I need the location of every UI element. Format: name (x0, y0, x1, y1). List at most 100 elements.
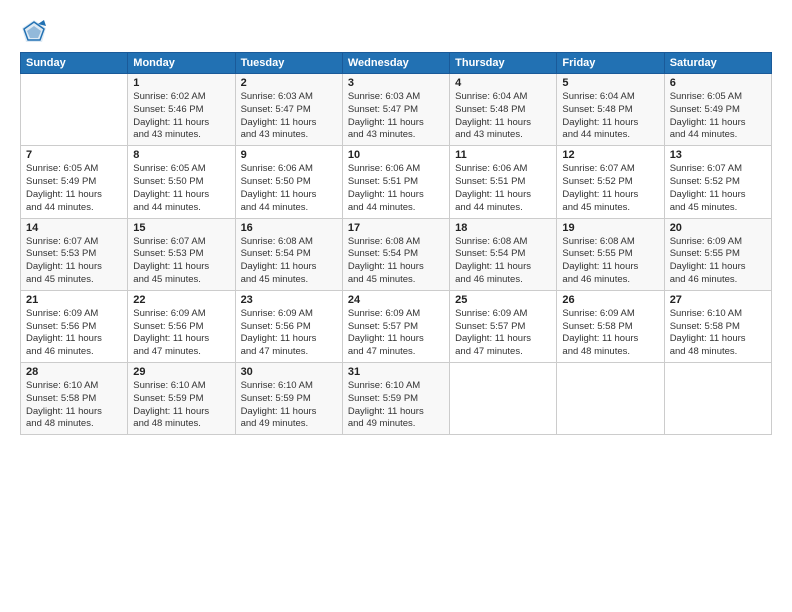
day-number: 2 (241, 77, 337, 89)
logo (20, 18, 52, 46)
day-info: Sunrise: 6:07 AM Sunset: 5:53 PM Dayligh… (133, 236, 229, 287)
day-info: Sunrise: 6:06 AM Sunset: 5:51 PM Dayligh… (455, 163, 551, 214)
day-cell: 25 Sunrise: 6:09 AM Sunset: 5:57 PM Dayli… (450, 290, 557, 362)
day-number: 9 (241, 149, 337, 161)
week-row-2: 7Sunrise: 6:05 AM Sunset: 5:49 PM Daylig… (21, 146, 772, 218)
day-info: Sunrise: 6:04 AM Sunset: 5:48 PM Dayligh… (562, 91, 658, 142)
day-number: 8 (133, 149, 229, 161)
day-number: 25 (455, 294, 551, 306)
day-info: Sunrise: 6:04 AM Sunset: 5:48 PM Dayligh… (455, 91, 551, 142)
day-number: 20 (670, 222, 766, 234)
day-number: 23 (241, 294, 337, 306)
day-number: 10 (348, 149, 444, 161)
day-cell: 11Sunrise: 6:06 AM Sunset: 5:51 PM Dayli… (450, 146, 557, 218)
day-info: Sunrise: 6:05 AM Sunset: 5:50 PM Dayligh… (133, 163, 229, 214)
day-cell: 6Sunrise: 6:05 AM Sunset: 5:49 PM Daylig… (664, 74, 771, 146)
day-info: Sunrise: 6:03 AM Sunset: 5:47 PM Dayligh… (241, 91, 337, 142)
day-info: Sunrise: 6:09 AM Sunset: 5:56 PM Dayligh… (133, 308, 229, 359)
day-cell: 15 Sunrise: 6:07 AM Sunset: 5:53 PM Dayli… (128, 218, 235, 290)
week-row-4: 21 Sunrise: 6:09 AM Sunset: 5:56 PM Dayli… (21, 290, 772, 362)
day-cell: 7Sunrise: 6:05 AM Sunset: 5:49 PM Daylig… (21, 146, 128, 218)
day-cell: 10 Sunrise: 6:06 AM Sunset: 5:51 PM Dayli… (342, 146, 449, 218)
day-cell (557, 363, 664, 435)
day-info: Sunrise: 6:10 AM Sunset: 5:59 PM Dayligh… (348, 380, 444, 431)
day-cell: 21 Sunrise: 6:09 AM Sunset: 5:56 PM Dayli… (21, 290, 128, 362)
day-info: Sunrise: 6:10 AM Sunset: 5:59 PM Dayligh… (133, 380, 229, 431)
calendar-table: SundayMondayTuesdayWednesdayThursdayFrid… (20, 52, 772, 435)
page: SundayMondayTuesdayWednesdayThursdayFrid… (0, 0, 792, 612)
day-cell: 28Sunrise: 6:10 AM Sunset: 5:58 PM Dayli… (21, 363, 128, 435)
header-row: SundayMondayTuesdayWednesdayThursdayFrid… (21, 53, 772, 74)
day-number: 31 (348, 366, 444, 378)
day-number: 17 (348, 222, 444, 234)
day-number: 22 (133, 294, 229, 306)
header (20, 18, 772, 46)
day-cell: 4 Sunrise: 6:04 AM Sunset: 5:48 PM Daylig… (450, 74, 557, 146)
day-cell: 31 Sunrise: 6:10 AM Sunset: 5:59 PM Dayli… (342, 363, 449, 435)
day-info: Sunrise: 6:06 AM Sunset: 5:50 PM Dayligh… (241, 163, 337, 214)
day-number: 6 (670, 77, 766, 89)
day-info: Sunrise: 6:08 AM Sunset: 5:54 PM Dayligh… (455, 236, 551, 287)
day-number: 15 (133, 222, 229, 234)
day-number: 16 (241, 222, 337, 234)
day-number: 21 (26, 294, 122, 306)
day-cell: 5 Sunrise: 6:04 AM Sunset: 5:48 PM Daylig… (557, 74, 664, 146)
day-cell: 2 Sunrise: 6:03 AM Sunset: 5:47 PM Daylig… (235, 74, 342, 146)
day-info: Sunrise: 6:10 AM Sunset: 5:59 PM Dayligh… (241, 380, 337, 431)
day-info: Sunrise: 6:08 AM Sunset: 5:54 PM Dayligh… (241, 236, 337, 287)
day-cell: 24 Sunrise: 6:09 AM Sunset: 5:57 PM Dayli… (342, 290, 449, 362)
col-header-monday: Monday (128, 53, 235, 74)
col-header-wednesday: Wednesday (342, 53, 449, 74)
day-info: Sunrise: 6:07 AM Sunset: 5:52 PM Dayligh… (562, 163, 658, 214)
day-number: 5 (562, 77, 658, 89)
day-cell: 12 Sunrise: 6:07 AM Sunset: 5:52 PM Dayli… (557, 146, 664, 218)
day-cell: 16 Sunrise: 6:08 AM Sunset: 5:54 PM Dayli… (235, 218, 342, 290)
day-info: Sunrise: 6:06 AM Sunset: 5:51 PM Dayligh… (348, 163, 444, 214)
day-number: 26 (562, 294, 658, 306)
day-info: Sunrise: 6:08 AM Sunset: 5:54 PM Dayligh… (348, 236, 444, 287)
day-info: Sunrise: 6:09 AM Sunset: 5:57 PM Dayligh… (455, 308, 551, 359)
day-info: Sunrise: 6:03 AM Sunset: 5:47 PM Dayligh… (348, 91, 444, 142)
week-row-1: 1Sunrise: 6:02 AM Sunset: 5:46 PM Daylig… (21, 74, 772, 146)
day-info: Sunrise: 6:02 AM Sunset: 5:46 PM Dayligh… (133, 91, 229, 142)
day-cell (450, 363, 557, 435)
day-number: 12 (562, 149, 658, 161)
day-cell: 23Sunrise: 6:09 AM Sunset: 5:56 PM Dayli… (235, 290, 342, 362)
day-number: 28 (26, 366, 122, 378)
day-number: 29 (133, 366, 229, 378)
day-cell: 20Sunrise: 6:09 AM Sunset: 5:55 PM Dayli… (664, 218, 771, 290)
week-row-5: 28Sunrise: 6:10 AM Sunset: 5:58 PM Dayli… (21, 363, 772, 435)
day-cell: 8 Sunrise: 6:05 AM Sunset: 5:50 PM Daylig… (128, 146, 235, 218)
day-cell (21, 74, 128, 146)
col-header-saturday: Saturday (664, 53, 771, 74)
day-number: 13 (670, 149, 766, 161)
day-cell: 27 Sunrise: 6:10 AM Sunset: 5:58 PM Dayli… (664, 290, 771, 362)
day-cell: 26 Sunrise: 6:09 AM Sunset: 5:58 PM Dayli… (557, 290, 664, 362)
day-cell: 1Sunrise: 6:02 AM Sunset: 5:46 PM Daylig… (128, 74, 235, 146)
day-info: Sunrise: 6:07 AM Sunset: 5:52 PM Dayligh… (670, 163, 766, 214)
day-number: 18 (455, 222, 551, 234)
day-number: 3 (348, 77, 444, 89)
day-cell: 19Sunrise: 6:08 AM Sunset: 5:55 PM Dayli… (557, 218, 664, 290)
day-number: 24 (348, 294, 444, 306)
day-info: Sunrise: 6:08 AM Sunset: 5:55 PM Dayligh… (562, 236, 658, 287)
day-cell: 18 Sunrise: 6:08 AM Sunset: 5:54 PM Dayli… (450, 218, 557, 290)
day-cell: 17 Sunrise: 6:08 AM Sunset: 5:54 PM Dayli… (342, 218, 449, 290)
day-cell: 29 Sunrise: 6:10 AM Sunset: 5:59 PM Dayli… (128, 363, 235, 435)
day-info: Sunrise: 6:09 AM Sunset: 5:58 PM Dayligh… (562, 308, 658, 359)
day-number: 4 (455, 77, 551, 89)
logo-icon (20, 18, 48, 46)
day-number: 14 (26, 222, 122, 234)
col-header-thursday: Thursday (450, 53, 557, 74)
day-cell: 9 Sunrise: 6:06 AM Sunset: 5:50 PM Daylig… (235, 146, 342, 218)
day-cell: 14Sunrise: 6:07 AM Sunset: 5:53 PM Dayli… (21, 218, 128, 290)
day-info: Sunrise: 6:05 AM Sunset: 5:49 PM Dayligh… (26, 163, 122, 214)
day-cell: 13 Sunrise: 6:07 AM Sunset: 5:52 PM Dayli… (664, 146, 771, 218)
day-cell: 30Sunrise: 6:10 AM Sunset: 5:59 PM Dayli… (235, 363, 342, 435)
day-number: 27 (670, 294, 766, 306)
day-cell: 3 Sunrise: 6:03 AM Sunset: 5:47 PM Daylig… (342, 74, 449, 146)
day-cell (664, 363, 771, 435)
day-info: Sunrise: 6:10 AM Sunset: 5:58 PM Dayligh… (670, 308, 766, 359)
day-info: Sunrise: 6:09 AM Sunset: 5:57 PM Dayligh… (348, 308, 444, 359)
day-info: Sunrise: 6:09 AM Sunset: 5:56 PM Dayligh… (26, 308, 122, 359)
